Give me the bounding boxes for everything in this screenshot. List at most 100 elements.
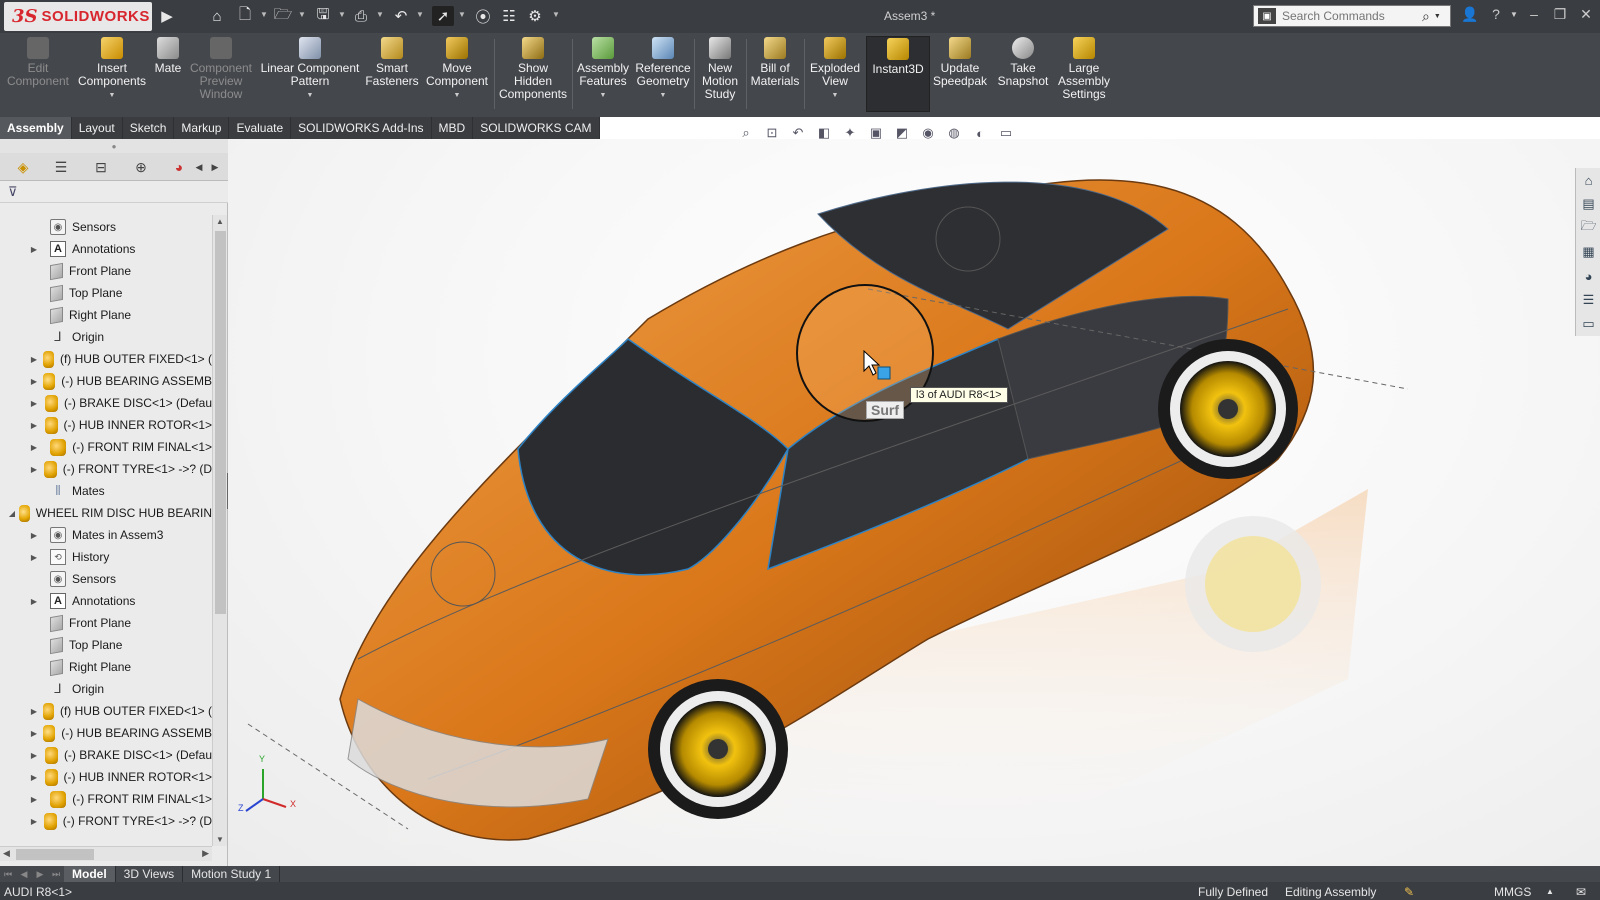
chevron-down-icon[interactable]: ▼ — [260, 10, 268, 19]
tab-model[interactable]: Model — [64, 866, 116, 882]
tree-node[interactable]: ▶ (-) HUB INNER ROTOR<1> — [0, 414, 212, 436]
select-cursor-icon[interactable]: ➚ — [432, 6, 454, 26]
scrollbar-thumb[interactable] — [16, 849, 94, 860]
tree-node[interactable]: Right Plane — [0, 304, 212, 326]
instant3d-button[interactable]: Instant3D — [866, 36, 930, 112]
tab-evaluate[interactable]: Evaluate — [229, 117, 292, 139]
close-icon[interactable]: ✕ — [1576, 6, 1596, 23]
tab-solidworks-cam[interactable]: SOLIDWORKS CAM — [473, 117, 600, 139]
tree-node[interactable]: ▶ (-) HUB INNER ROTOR<1> — [0, 766, 212, 788]
appearances-icon[interactable]: ◕ — [1576, 264, 1600, 288]
collapse-icon[interactable]: ◢ — [6, 509, 18, 518]
expand-icon[interactable]: ▶ — [28, 245, 40, 254]
new-document-icon[interactable]: 🗋 — [234, 6, 256, 26]
units-selector[interactable]: MMGS — [1494, 885, 1531, 899]
help-icon[interactable]: ? — [1486, 6, 1506, 22]
hide-show-items-icon[interactable]: ◉ — [918, 124, 938, 142]
file-properties-icon[interactable]: ☷ — [498, 6, 520, 26]
tree-node[interactable]: ▶ (-) FRONT RIM FINAL<1> — [0, 436, 212, 458]
expand-icon[interactable]: ▶ — [28, 443, 40, 452]
tree-node[interactable]: Right Plane — [0, 656, 212, 678]
first-tab-icon[interactable]: ⏮ — [0, 869, 16, 880]
restore-icon[interactable]: ❐ — [1548, 139, 1559, 140]
print-icon[interactable]: ⎙ — [350, 6, 372, 26]
chevron-down-icon[interactable]: ▼ — [376, 10, 384, 19]
user-account-icon[interactable]: 👤 — [1460, 6, 1480, 23]
tab-mbd[interactable]: MBD — [431, 117, 474, 139]
tree-node[interactable]: ◢ WHEEL RIM DISC HUB BEARIN — [0, 502, 212, 524]
display-manager-tab-icon[interactable]: ◕ — [166, 157, 192, 177]
tree-node[interactable]: ▶ (-) BRAKE DISC<1> (Defau — [0, 744, 212, 766]
linear-component-pattern-button[interactable]: Linear Component Pattern ▼ — [258, 37, 362, 102]
chevron-down-icon[interactable]: ▼ — [552, 10, 560, 19]
expand-icon[interactable]: ▶ — [28, 795, 40, 804]
zoom-to-area-icon[interactable]: ⊡ — [762, 124, 782, 142]
new-motion-study-button[interactable]: New Motion Study — [696, 37, 744, 101]
tab-assembly[interactable]: Assembly — [0, 117, 72, 139]
chevron-down-icon[interactable]: ▼ — [216, 835, 224, 844]
assembly-features-button[interactable]: Assembly Features ▼ — [574, 37, 632, 102]
custom-properties-icon[interactable]: ☰ — [1576, 288, 1600, 312]
chevron-down-icon[interactable]: ▼ — [338, 10, 346, 19]
expand-icon[interactable]: ▶ — [28, 773, 40, 782]
restore-icon[interactable]: ❐ — [1550, 6, 1570, 23]
component-preview-window-button[interactable]: Component Preview Window — [186, 37, 256, 101]
chevron-down-icon[interactable]: ▼ — [307, 89, 314, 102]
tree-node[interactable]: Front Plane — [0, 612, 212, 634]
chevron-down-icon[interactable]: ▼ — [1434, 13, 1441, 20]
tree-node[interactable]: ▶ (-) HUB BEARING ASSEMB — [0, 722, 212, 744]
dynamic-annotation-icon[interactable]: ✦ — [840, 124, 860, 142]
tree-node[interactable]: ◉ Sensors — [0, 568, 212, 590]
tree-horizontal-scrollbar[interactable]: ◀ ▶ — [0, 846, 212, 861]
next-tab-icon[interactable]: ▶ — [32, 869, 48, 880]
smart-fasteners-button[interactable]: Smart Fasteners — [362, 37, 422, 88]
edit-component-button[interactable]: Edit Component — [6, 37, 70, 88]
tree-node[interactable]: ▶ (f) HUB OUTER FIXED<1> ( — [0, 348, 212, 370]
tab-solidworks-add-ins[interactable]: SOLIDWORKS Add-Ins — [291, 117, 432, 139]
chevron-down-icon[interactable]: ▼ — [454, 89, 461, 102]
reference-geometry-button[interactable]: Reference Geometry ▼ — [632, 37, 694, 102]
car-model-render[interactable] — [228, 139, 1600, 866]
chevron-left-icon[interactable]: ◀ — [3, 848, 10, 859]
home-icon[interactable]: ⌂ — [206, 6, 228, 26]
solidworks-resources-icon[interactable]: ⌂ — [1576, 168, 1600, 192]
previous-tab-icon[interactable]: ◀ — [16, 869, 32, 880]
take-snapshot-button[interactable]: Take Snapshot — [994, 37, 1052, 88]
tree-node[interactable]: Front Plane — [0, 260, 212, 282]
expand-icon[interactable]: ▶ — [28, 729, 40, 738]
tile-view-icon[interactable]: ⧈ — [1502, 139, 1510, 141]
tree-node[interactable]: ⅃ Origin — [0, 326, 212, 348]
tab-3d-views[interactable]: 3D Views — [116, 866, 184, 882]
tree-node[interactable]: ▶ ◉ Mates in Assem3 — [0, 524, 212, 546]
expand-icon[interactable]: ▶ — [28, 817, 40, 826]
tree-node[interactable]: ◉ Sensors — [0, 216, 212, 238]
open-folder-icon[interactable]: 🗁 — [272, 6, 294, 26]
search-commands-box[interactable]: ▣ ⌕ ▼ — [1253, 5, 1451, 27]
chevron-down-icon[interactable]: ▼ — [298, 10, 306, 19]
expand-icon[interactable]: ▶ — [28, 751, 40, 760]
view-settings-icon[interactable]: ▭ — [996, 124, 1016, 142]
tab-motion-study-1[interactable]: Motion Study 1 — [183, 866, 281, 882]
previous-view-icon[interactable]: ↶ — [788, 124, 808, 142]
edit-appearance-icon[interactable]: ◍ — [944, 124, 964, 142]
expand-icon[interactable]: ▶ — [28, 399, 40, 408]
expand-icon[interactable]: ▶ — [28, 531, 40, 540]
minimize-icon[interactable]: – — [1524, 139, 1531, 140]
expand-icon[interactable]: ▶ — [28, 553, 40, 562]
tab-sketch[interactable]: Sketch — [122, 117, 175, 139]
zoom-to-fit-icon[interactable]: ⌕ — [736, 124, 756, 142]
dimxpert-manager-tab-icon[interactable]: ⊕ — [128, 157, 154, 177]
options-gear-icon[interactable]: ⚙ — [524, 6, 546, 26]
tree-node[interactable]: ▶ (-) FRONT TYRE<1> ->? (D — [0, 810, 212, 832]
tab-layout[interactable]: Layout — [71, 117, 123, 139]
update-speedpak-button[interactable]: Update Speedpak — [930, 37, 990, 88]
tab-markup[interactable]: Markup — [174, 117, 230, 139]
close-icon[interactable]: ✕ — [1574, 139, 1584, 140]
display-style-icon[interactable]: ◩ — [892, 124, 912, 142]
minimize-icon[interactable]: – — [1524, 6, 1544, 22]
mate-button[interactable]: Mate — [150, 37, 186, 75]
graphics-area[interactable]: l3 of AUDI R8<1> Surf Y X Z ⧉ ⧈ – ❐ ✕ — [228, 139, 1600, 866]
chevron-down-icon[interactable]: ▼ — [1504, 10, 1524, 19]
tree-node[interactable]: Top Plane — [0, 634, 212, 656]
chevron-right-icon[interactable]: ▶ — [208, 157, 222, 177]
